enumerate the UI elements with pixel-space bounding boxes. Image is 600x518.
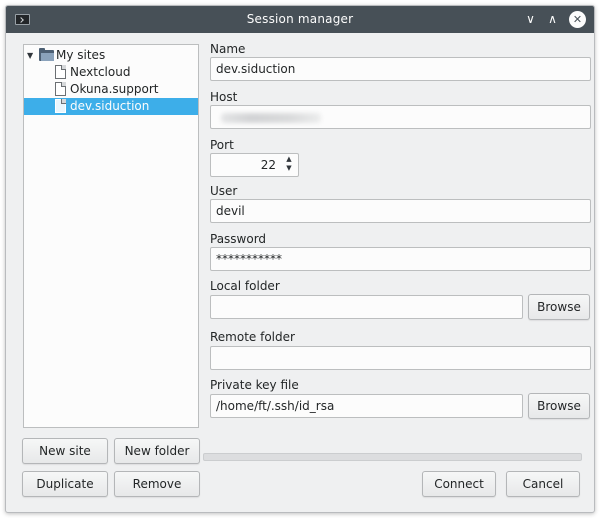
name-input[interactable]: dev.siduction bbox=[210, 57, 591, 81]
port-label: Port bbox=[210, 138, 234, 152]
close-button[interactable]: ✕ bbox=[569, 11, 586, 28]
file-icon bbox=[55, 82, 66, 96]
progress-bar bbox=[203, 453, 582, 461]
user-label: User bbox=[210, 184, 238, 198]
cancel-button[interactable]: Cancel bbox=[506, 471, 580, 497]
tree-item-label: Okuna.support bbox=[70, 82, 159, 96]
remove-button[interactable]: Remove bbox=[114, 471, 200, 497]
local-folder-browse-button[interactable]: Browse bbox=[528, 294, 590, 320]
connect-button[interactable]: Connect bbox=[422, 471, 496, 497]
duplicate-button[interactable]: Duplicate bbox=[22, 471, 108, 497]
tree-item-nextcloud[interactable]: Nextcloud bbox=[24, 64, 198, 81]
private-key-label: Private key file bbox=[210, 378, 299, 392]
tree-item-my-sites[interactable]: ▼ My sites bbox=[24, 47, 198, 64]
port-value: 22 bbox=[260, 158, 276, 172]
chevron-up-icon: ∧ bbox=[548, 12, 557, 26]
private-key-input[interactable]: /home/ft/.ssh/id_rsa bbox=[210, 394, 523, 418]
file-icon bbox=[55, 65, 66, 79]
password-label: Password bbox=[210, 232, 267, 246]
minimize-button[interactable]: ∨ bbox=[522, 11, 539, 28]
session-manager-window: Session manager ∨ ∧ ✕ ▼ My sites Nextclo… bbox=[5, 5, 595, 513]
tree-item-label: My sites bbox=[56, 48, 106, 62]
port-spinbox[interactable]: 22 ▲ ▼ bbox=[210, 153, 299, 177]
window-title: Session manager bbox=[246, 12, 354, 26]
tree-item-label: Nextcloud bbox=[70, 65, 131, 79]
local-folder-input[interactable] bbox=[210, 295, 523, 319]
name-label: Name bbox=[210, 42, 246, 56]
maximize-button[interactable]: ∧ bbox=[544, 11, 561, 28]
user-input[interactable]: devil bbox=[210, 199, 591, 223]
tree-item-label: dev.siduction bbox=[70, 99, 150, 113]
site-tree[interactable]: ▼ My sites Nextcloud Okuna.support dev.s… bbox=[23, 44, 199, 428]
new-site-button[interactable]: New site bbox=[22, 438, 108, 464]
title-bar[interactable]: Session manager ∨ ∧ ✕ bbox=[6, 6, 594, 33]
tree-item-dev-siduction[interactable]: dev.siduction bbox=[24, 98, 198, 115]
password-input[interactable]: *********** bbox=[210, 247, 591, 271]
tree-item-okuna-support[interactable]: Okuna.support bbox=[24, 81, 198, 98]
remote-folder-label: Remote folder bbox=[210, 330, 295, 344]
remote-folder-input[interactable] bbox=[210, 346, 591, 370]
folder-open-icon bbox=[39, 48, 54, 61]
new-folder-button[interactable]: New folder bbox=[114, 438, 200, 464]
local-folder-label: Local folder bbox=[210, 279, 280, 293]
private-key-browse-button[interactable]: Browse bbox=[528, 393, 590, 419]
close-icon: ✕ bbox=[572, 13, 583, 26]
expander-icon[interactable]: ▼ bbox=[27, 47, 37, 64]
redacted-host bbox=[221, 113, 321, 123]
host-label: Host bbox=[210, 90, 238, 104]
file-icon bbox=[55, 99, 66, 113]
chevron-down-icon: ∨ bbox=[526, 12, 535, 26]
spin-arrows-icon[interactable]: ▲ ▼ bbox=[283, 155, 295, 175]
host-input[interactable] bbox=[210, 105, 591, 129]
